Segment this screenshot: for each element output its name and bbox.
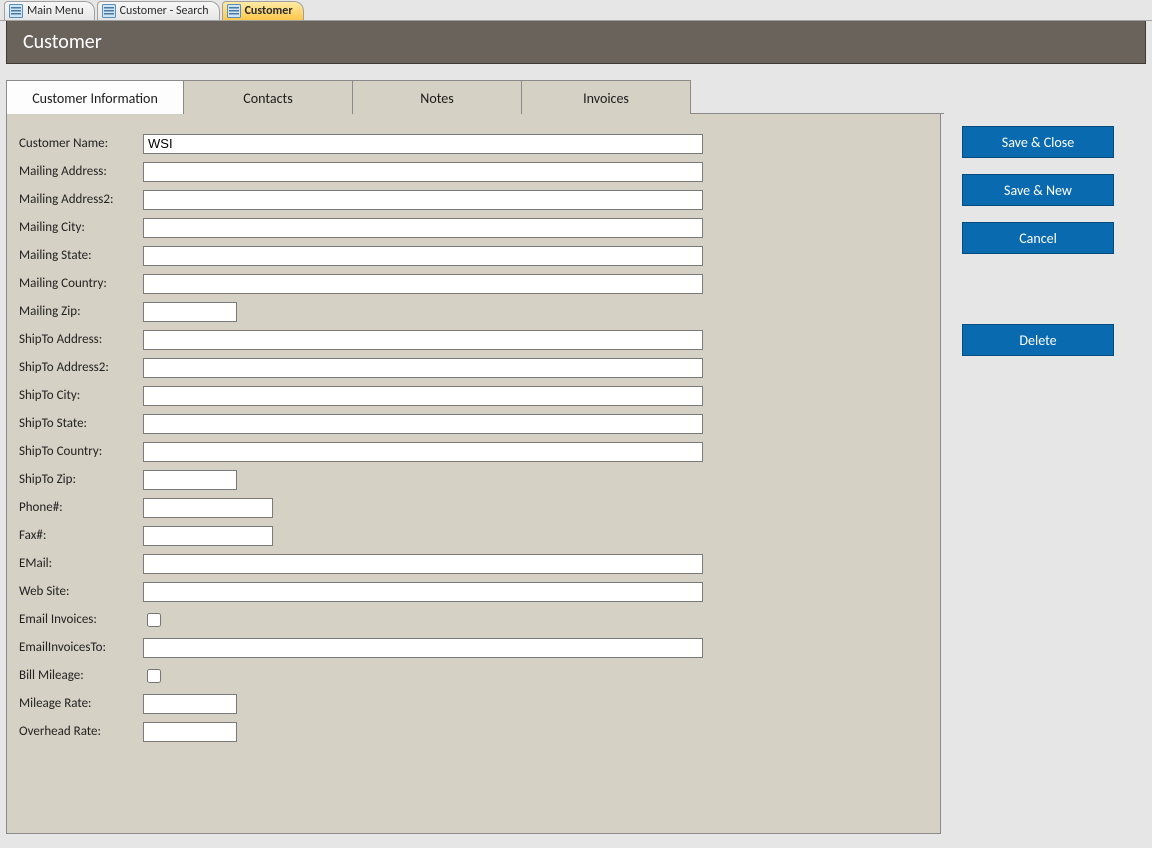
document-tab-customer-search[interactable]: Customer - Search bbox=[97, 1, 220, 20]
fax-input[interactable] bbox=[143, 526, 273, 546]
document-tab-main-menu[interactable]: Main Menu bbox=[4, 1, 95, 20]
delete-button[interactable]: Delete bbox=[962, 324, 1114, 356]
field-label: ShipTo State: bbox=[19, 416, 143, 431]
mailing-address2-input[interactable] bbox=[143, 190, 703, 210]
shipto-city-input[interactable] bbox=[143, 386, 703, 406]
email-input[interactable] bbox=[143, 554, 703, 574]
field-row-overhead-rate: Overhead Rate: bbox=[19, 720, 928, 743]
mailing-state-input[interactable] bbox=[143, 246, 703, 266]
document-tab-strip: Main Menu Customer - Search Customer bbox=[0, 0, 1152, 21]
field-row-mailing-state: Mailing State: bbox=[19, 244, 928, 267]
field-label: ShipTo Zip: bbox=[19, 472, 143, 487]
field-label: Phone#: bbox=[19, 500, 143, 515]
field-label: Mileage Rate: bbox=[19, 696, 143, 711]
field-label: Bill Mileage: bbox=[19, 668, 143, 683]
field-label: Mailing Address: bbox=[19, 164, 143, 179]
field-label: ShipTo Address2: bbox=[19, 360, 143, 375]
shipto-country-input[interactable] bbox=[143, 442, 703, 462]
save-and-close-button[interactable]: Save & Close bbox=[962, 126, 1114, 158]
form-banner: Customer bbox=[6, 21, 1146, 64]
shipto-address2-input[interactable] bbox=[143, 358, 703, 378]
field-label: EMail: bbox=[19, 556, 143, 571]
field-label: ShipTo City: bbox=[19, 388, 143, 403]
email-invoices-checkbox[interactable] bbox=[147, 613, 161, 627]
field-label: ShipTo Country: bbox=[19, 444, 143, 459]
field-row-shipto-zip: ShipTo Zip: bbox=[19, 468, 928, 491]
field-label: Mailing Address2: bbox=[19, 192, 143, 207]
form-icon bbox=[227, 4, 241, 18]
action-button-column: Save & Close Save & New Cancel Delete bbox=[962, 126, 1112, 372]
field-label: Mailing Country: bbox=[19, 276, 143, 291]
mailing-country-input[interactable] bbox=[143, 274, 703, 294]
field-row-email-invoices: Email Invoices: bbox=[19, 608, 928, 631]
form-tab-contacts[interactable]: Contacts bbox=[184, 80, 353, 115]
document-tab-customer[interactable]: Customer bbox=[222, 1, 304, 20]
field-label: Fax#: bbox=[19, 528, 143, 543]
field-label: Web Site: bbox=[19, 584, 143, 599]
field-label: EmailInvoicesTo: bbox=[19, 640, 143, 655]
field-row-customer-name: Customer Name: bbox=[19, 132, 928, 155]
field-row-fax: Fax#: bbox=[19, 524, 928, 547]
shipto-address-input[interactable] bbox=[143, 330, 703, 350]
overhead-rate-input[interactable] bbox=[143, 722, 237, 742]
field-row-shipto-address2: ShipTo Address2: bbox=[19, 356, 928, 379]
field-row-shipto-country: ShipTo Country: bbox=[19, 440, 928, 463]
field-label: Mailing State: bbox=[19, 248, 143, 263]
field-row-shipto-city: ShipTo City: bbox=[19, 384, 928, 407]
field-row-website: Web Site: bbox=[19, 580, 928, 603]
customer-name-input[interactable] bbox=[143, 134, 703, 154]
field-label: ShipTo Address: bbox=[19, 332, 143, 347]
field-label: Mailing City: bbox=[19, 220, 143, 235]
shipto-zip-input[interactable] bbox=[143, 470, 237, 490]
field-row-bill-mileage: Bill Mileage: bbox=[19, 664, 928, 687]
field-label: Customer Name: bbox=[19, 136, 143, 151]
field-row-mailing-address: Mailing Address: bbox=[19, 160, 928, 183]
form-tab-customer-information[interactable]: Customer Information bbox=[6, 80, 184, 115]
customer-info-panel: Customer Name: Mailing Address: Mailing Ad… bbox=[6, 114, 941, 834]
document-tab-label: Customer - Search bbox=[120, 4, 209, 18]
document-tab-label: Main Menu bbox=[27, 4, 84, 18]
field-label: Email Invoices: bbox=[19, 612, 143, 627]
field-row-shipto-address: ShipTo Address: bbox=[19, 328, 928, 351]
mailing-city-input[interactable] bbox=[143, 218, 703, 238]
field-row-mileage-rate: Mileage Rate: bbox=[19, 692, 928, 715]
bill-mileage-checkbox[interactable] bbox=[147, 669, 161, 683]
form-icon bbox=[9, 4, 23, 18]
field-row-mailing-country: Mailing Country: bbox=[19, 272, 928, 295]
email-invoices-to-input[interactable] bbox=[143, 638, 703, 658]
field-row-shipto-state: ShipTo State: bbox=[19, 412, 928, 435]
field-row-email-invoices-to: EmailInvoicesTo: bbox=[19, 636, 928, 659]
field-row-mailing-address2: Mailing Address2: bbox=[19, 188, 928, 211]
mileage-rate-input[interactable] bbox=[143, 694, 237, 714]
field-row-phone: Phone#: bbox=[19, 496, 928, 519]
field-label: Overhead Rate: bbox=[19, 724, 143, 739]
field-row-mailing-zip: Mailing Zip: bbox=[19, 300, 928, 323]
field-row-mailing-city: Mailing City: bbox=[19, 216, 928, 239]
form-tabstrip: Customer InformationContactsNotesInvoice… bbox=[6, 80, 944, 114]
document-tab-label: Customer bbox=[245, 4, 293, 18]
form-title: Customer bbox=[23, 30, 102, 54]
field-label: Mailing Zip: bbox=[19, 304, 143, 319]
mailing-address-input[interactable] bbox=[143, 162, 703, 182]
mailing-zip-input[interactable] bbox=[143, 302, 237, 322]
phone-input[interactable] bbox=[143, 498, 273, 518]
shipto-state-input[interactable] bbox=[143, 414, 703, 434]
save-and-new-button[interactable]: Save & New bbox=[962, 174, 1114, 206]
website-input[interactable] bbox=[143, 582, 703, 602]
form-tab-invoices[interactable]: Invoices bbox=[522, 80, 691, 115]
form-tab-notes[interactable]: Notes bbox=[353, 80, 522, 115]
field-row-email: EMail: bbox=[19, 552, 928, 575]
form-icon bbox=[102, 4, 116, 18]
cancel-button[interactable]: Cancel bbox=[962, 222, 1114, 254]
